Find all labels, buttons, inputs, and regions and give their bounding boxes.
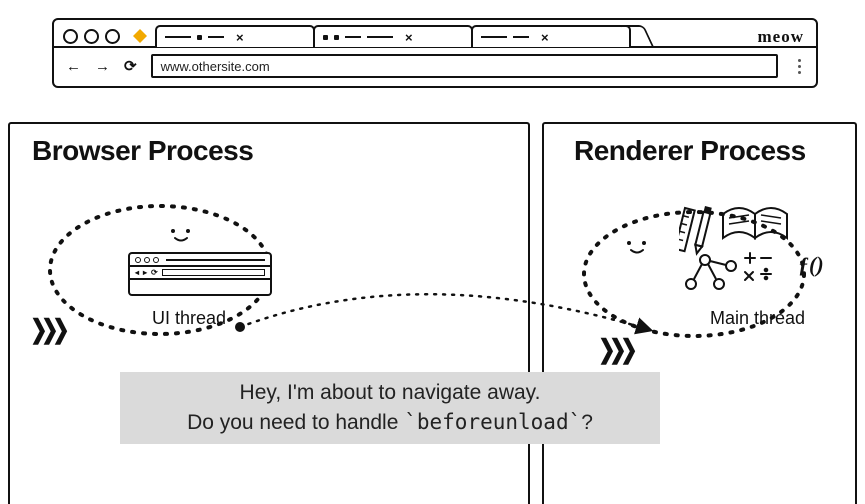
url-text: www.othersite.com <box>161 60 270 73</box>
main-thread-label: Main thread <box>710 309 805 327</box>
more-menu-icon[interactable] <box>792 59 806 74</box>
url-input[interactable]: www.othersite.com <box>151 54 778 78</box>
tab-3[interactable]: × <box>471 25 631 47</box>
brand-diamond-icon <box>133 29 147 43</box>
window-control-max[interactable] <box>105 29 120 44</box>
renderer-process-panel: Renderer Process <box>542 122 857 504</box>
chevrons-icon: ❯❯❯ <box>594 336 635 362</box>
tab-2[interactable]: × <box>313 25 473 47</box>
brand-text: meow <box>758 28 804 45</box>
back-button[interactable]: ← <box>66 59 81 74</box>
browser-process-panel: Browser Process ◂▸⟳ UI thread ❯❯❯ <box>8 122 530 504</box>
process-panels: Browser Process ◂▸⟳ UI thread ❯❯❯ Render… <box>8 122 857 504</box>
ui-thread-label: UI thread <box>152 309 226 327</box>
window-control-min[interactable] <box>84 29 99 44</box>
tab-1[interactable]: × <box>155 25 315 47</box>
tab-close-icon[interactable]: × <box>236 31 244 44</box>
speech-bubble: Hey, I'm about to navigate away. Do you … <box>120 372 660 444</box>
window-control-close[interactable] <box>63 29 78 44</box>
mini-browser-icon: ◂▸⟳ <box>128 252 272 296</box>
main-thread-face-icon <box>624 239 654 257</box>
fx-label: ƒ() <box>798 254 824 276</box>
browser-chrome: × × × meow ← → ⟳ www.othersite.com <box>52 18 818 88</box>
renderer-process-title: Renderer Process <box>574 136 855 167</box>
speech-line-2: Do you need to handle `beforeunload`? <box>187 408 593 437</box>
tab-close-icon[interactable]: × <box>405 31 413 44</box>
address-bar: ← → ⟳ www.othersite.com <box>54 46 816 86</box>
chevrons-icon: ❯❯❯ <box>26 316 67 342</box>
forward-button[interactable]: → <box>95 59 110 74</box>
speech-line-1: Hey, I'm about to navigate away. <box>240 379 541 407</box>
tab-close-icon[interactable]: × <box>541 31 549 44</box>
tab-bar: × × × meow <box>54 20 816 46</box>
ui-thread-face-icon <box>168 227 198 245</box>
reload-button[interactable]: ⟳ <box>124 59 137 74</box>
browser-process-title: Browser Process <box>32 136 528 167</box>
renderer-doodles-icon <box>679 206 859 306</box>
